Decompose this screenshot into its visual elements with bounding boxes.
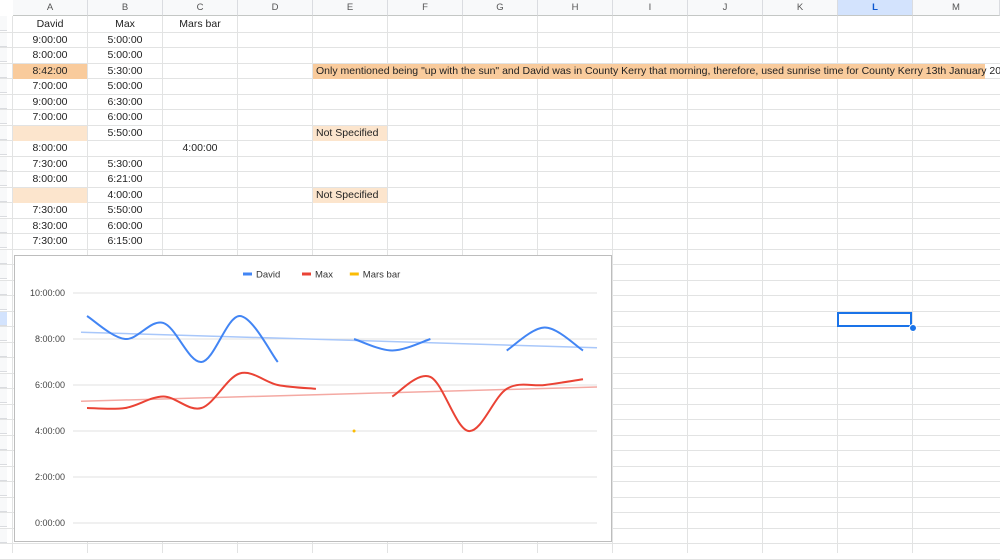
cell-a[interactable]: 8:00:00 [13,172,87,187]
highlighted-cell[interactable] [13,188,87,203]
row-header[interactable] [0,124,7,140]
column-header-f[interactable]: F [388,0,463,16]
column-header-g[interactable]: G [463,0,538,16]
line-chart[interactable]: 0:00:00 2:00:00 4:00:00 6:00:00 8:00:00 10:00… [14,255,612,542]
cell-b[interactable]: 4:00:00 [88,188,162,203]
cell-a[interactable]: 7:30:00 [13,157,87,172]
row-header[interactable] [0,357,7,372]
cell-b[interactable]: 5:00:00 [88,33,162,48]
cell-a[interactable]: 8:00:00 [13,48,87,63]
row-header[interactable] [0,279,7,295]
row-header[interactable] [0,419,7,434]
cell-b[interactable]: 6:30:00 [88,95,162,110]
row-header[interactable] [0,434,7,450]
column-header-i[interactable]: I [613,0,688,16]
cell-a[interactable]: 7:00:00 [13,79,87,94]
row-header[interactable] [0,450,7,465]
column-header-h[interactable]: H [538,0,613,16]
row-header[interactable] [0,217,7,233]
row-header[interactable] [0,109,7,124]
cell-b[interactable]: 5:30:00 [88,157,162,172]
cell-a[interactable]: 7:30:00 [13,203,87,218]
cell-b[interactable]: 6:00:00 [88,110,162,125]
fill-handle[interactable] [909,324,917,332]
cell-c[interactable]: Mars bar [163,17,237,32]
legend-label: Max [315,270,333,281]
series-line [391,375,584,432]
note-cell[interactable]: Only mentioned being "up with the sun" a… [313,64,1000,79]
row-header[interactable] [0,465,7,481]
row-header[interactable] [0,264,7,279]
cell-a[interactable]: 9:00:00 [13,95,87,110]
cell-b[interactable]: 6:15:00 [88,234,162,249]
row-header[interactable] [0,202,7,217]
cell-b[interactable]: 6:21:00 [88,172,162,187]
cell-b[interactable]: 5:50:00 [88,126,162,141]
selected-cell[interactable] [837,312,912,327]
row-header[interactable] [0,403,7,419]
legend-label: Mars bar [363,270,400,281]
column-header-m[interactable]: M [913,0,1000,16]
row-header[interactable] [0,47,7,62]
row-header[interactable] [0,155,7,171]
row-header[interactable] [0,78,7,93]
cell-a[interactable]: 8:00:00 [13,141,87,156]
column-header-e[interactable]: E [313,0,388,16]
y-tick-label: 2:00:00 [35,472,65,482]
cell-a[interactable]: 7:00:00 [13,110,87,125]
cell-a[interactable]: 9:00:00 [13,33,87,48]
row-header[interactable] [0,341,7,357]
row-header[interactable] [0,295,7,310]
row-header[interactable] [0,16,7,31]
row-header[interactable] [0,31,7,47]
column-header-j[interactable]: J [688,0,763,16]
cell-b[interactable]: Max [88,17,162,32]
y-tick-label: 10:00:00 [30,288,65,298]
row-header[interactable] [0,326,7,341]
row-header[interactable] [0,372,7,388]
cell-b[interactable]: 6:00:00 [88,219,162,234]
column-header-b[interactable]: B [88,0,163,16]
cell-b[interactable]: 5:00:00 [88,48,162,63]
column-header-k[interactable]: K [763,0,838,16]
cell-c[interactable]: 4:00:00 [163,141,237,156]
y-tick-label: 0:00:00 [35,518,65,528]
row-header[interactable] [0,527,7,543]
chart-canvas: 0:00:00 2:00:00 4:00:00 6:00:00 8:00:00 10:00… [30,270,598,528]
cell-b[interactable]: 5:30:00 [88,64,162,79]
row-header[interactable] [0,388,7,403]
y-tick-label: 4:00:00 [35,426,65,436]
row-header[interactable] [0,62,7,78]
trendline [80,386,598,402]
y-tick-label: 8:00:00 [35,334,65,344]
column-header-d[interactable]: D [238,0,313,16]
note-cell[interactable]: Not Specified [313,126,387,141]
cell-a[interactable]: David [13,17,87,32]
cell-b[interactable]: 5:00:00 [88,79,162,94]
row-header[interactable] [0,512,7,527]
cell-a[interactable]: 7:30:00 [13,234,87,249]
note-cell[interactable]: Not Specified [313,188,387,203]
y-tick-label: 6:00:00 [35,380,65,390]
row-header[interactable] [0,310,7,326]
row-header[interactable] [0,496,7,512]
row-header[interactable] [0,140,7,155]
highlighted-cell[interactable] [13,126,87,141]
row-header[interactable] [0,248,7,264]
column-header-c[interactable]: C [163,0,238,16]
cell-b[interactable]: 5:50:00 [88,203,162,218]
row-header[interactable] [0,93,7,109]
row-header[interactable] [0,481,7,496]
column-header-a[interactable]: A [13,0,88,16]
row-header[interactable] [0,171,7,186]
cell-a[interactable]: 8:30:00 [13,219,87,234]
row-header[interactable] [0,186,7,202]
legend-label: David [256,270,280,281]
data-point [352,429,356,433]
column-header-l[interactable]: L [838,0,913,16]
series-line [86,371,317,410]
row-header[interactable] [0,233,7,248]
cell-a[interactable]: 8:42:00 [13,64,87,79]
